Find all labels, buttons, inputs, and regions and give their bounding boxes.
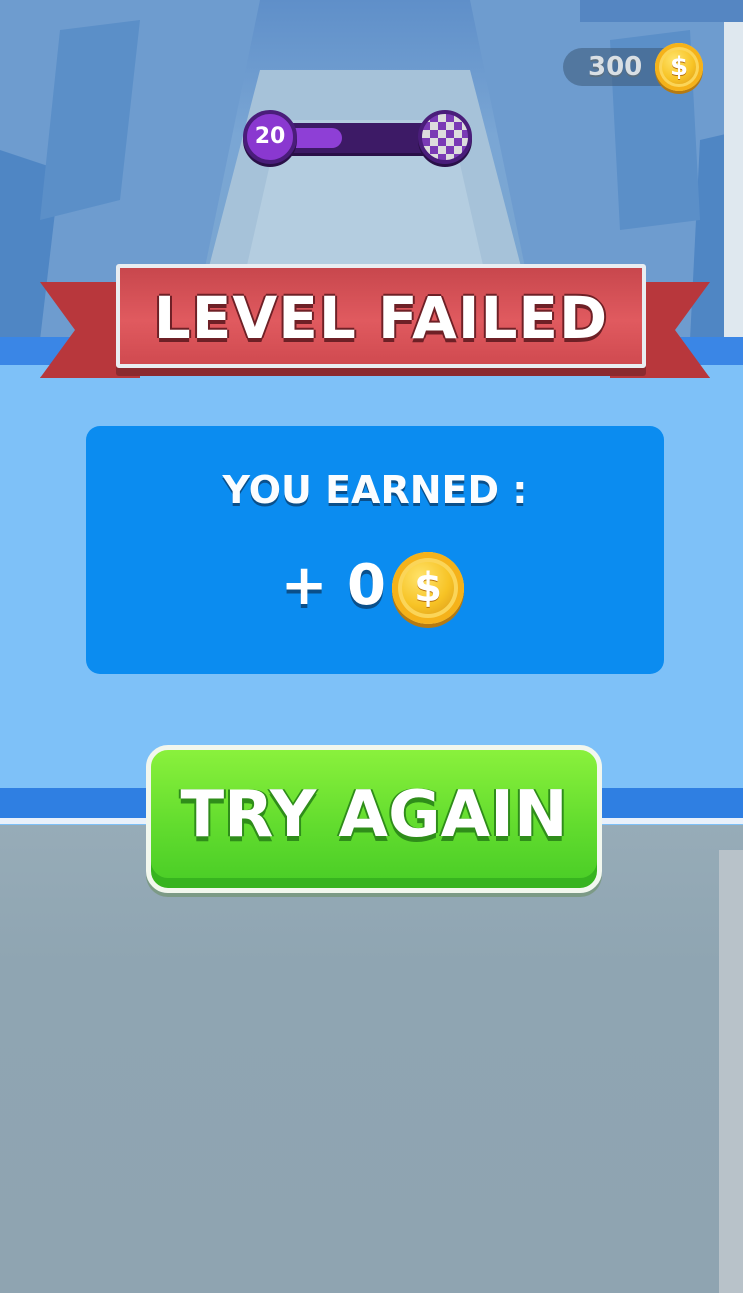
reward-label: YOU EARNED : bbox=[222, 468, 528, 512]
dollar-coin-icon: $ bbox=[392, 552, 464, 624]
banner-title: LEVEL FAILED bbox=[153, 284, 609, 352]
try-again-label[interactable]: TRY AGAIN bbox=[146, 760, 602, 870]
reward-amount: + 0 bbox=[280, 553, 386, 618]
checkered-flag-icon bbox=[418, 110, 472, 164]
wall-edge bbox=[719, 850, 743, 1293]
current-level-badge: 20 bbox=[243, 110, 297, 164]
coin-balance-value: 300 bbox=[588, 52, 643, 82]
dollar-coin-icon: $ bbox=[655, 43, 703, 91]
